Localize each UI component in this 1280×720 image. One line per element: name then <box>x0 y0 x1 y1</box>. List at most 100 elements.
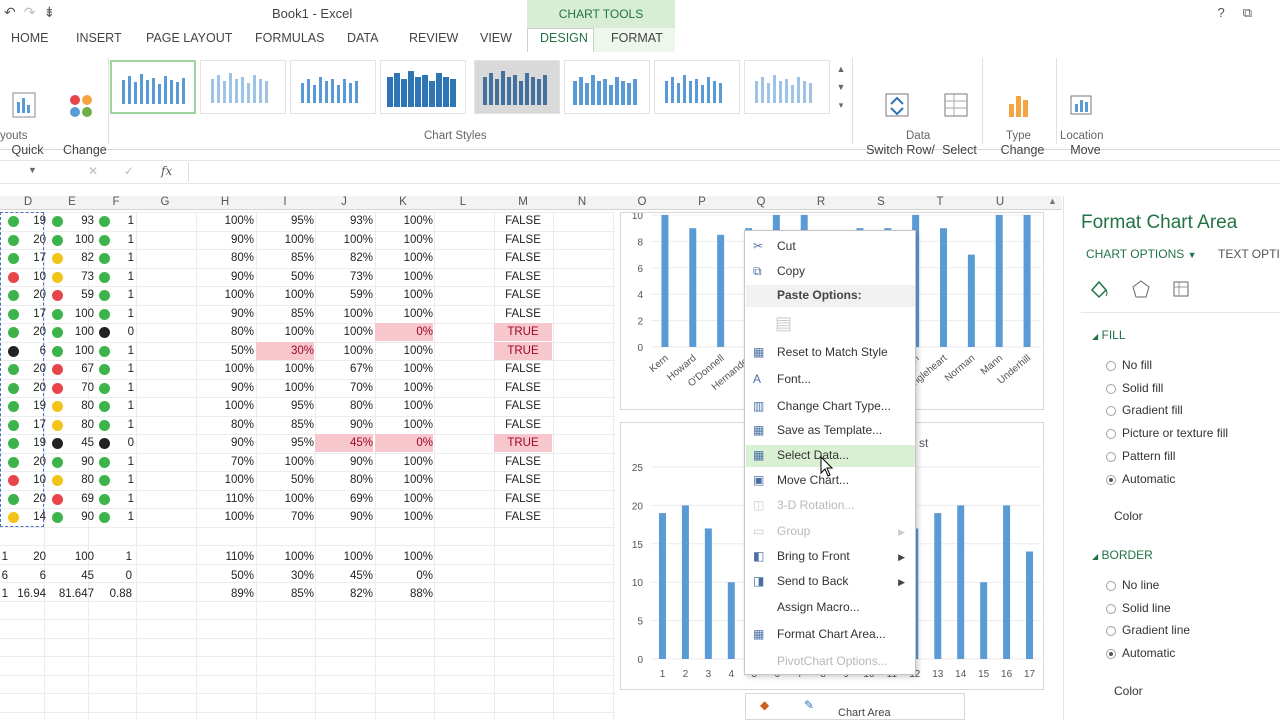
col-header-t[interactable]: T <box>932 196 948 208</box>
cell-f[interactable]: 1 <box>110 508 134 526</box>
col-header-n[interactable]: N <box>574 196 590 208</box>
cell-f[interactable]: 1 <box>110 416 134 434</box>
fill-radio[interactable] <box>1106 474 1116 485</box>
cell-e[interactable]: 82 <box>64 249 94 267</box>
cell-j[interactable]: 100% <box>315 323 373 341</box>
col-header-l[interactable]: L <box>455 196 471 208</box>
cell-h[interactable]: 90% <box>196 268 254 286</box>
cell-e[interactable]: 100 <box>64 342 94 360</box>
cell-m[interactable]: FALSE <box>494 490 552 508</box>
cell-f[interactable]: 1 <box>110 490 134 508</box>
cell-j[interactable]: 90% <box>315 416 373 434</box>
size-properties-icon[interactable] <box>1170 278 1192 300</box>
cell-h[interactable]: 100% <box>196 508 254 526</box>
cell-e[interactable]: 70 <box>64 379 94 397</box>
tab-page-layout[interactable]: PAGE LAYOUT <box>146 31 232 45</box>
collapse-icon[interactable]: ◢ <box>1092 552 1098 561</box>
col-header-s[interactable]: S <box>873 196 889 208</box>
col-header-r[interactable]: R <box>813 196 829 208</box>
customize-icon[interactable]: ⇟ <box>43 4 63 20</box>
chart-style-2[interactable] <box>200 60 286 114</box>
cell-j[interactable]: 90% <box>315 508 373 526</box>
effects-icon[interactable] <box>1130 278 1152 300</box>
cell-m[interactable]: FALSE <box>494 249 552 267</box>
chart-style-4[interactable] <box>380 60 466 114</box>
cell-m[interactable]: FALSE <box>494 305 552 323</box>
chart-title[interactable]: st <box>919 436 929 450</box>
cell-e[interactable]: 59 <box>64 286 94 304</box>
cell-m[interactable]: FALSE <box>494 286 552 304</box>
cell-k[interactable]: 100% <box>375 268 433 286</box>
fill-line-icon[interactable] <box>1088 278 1110 300</box>
scroll-down-icon[interactable]: ▼ <box>834 78 848 96</box>
cell-h[interactable]: 90% <box>196 434 254 452</box>
cell-i[interactable]: 85% <box>256 249 314 267</box>
cell-k[interactable]: 0% <box>375 323 433 341</box>
col-header-j[interactable]: J <box>336 196 352 208</box>
cell-f[interactable]: 0 <box>110 323 134 341</box>
cell-f[interactable]: 1 <box>110 212 134 230</box>
undo-icon[interactable]: ↶ <box>4 4 24 20</box>
format-chart-area-pane[interactable]: Format Chart Area CHART OPTIONS ▼ TEXT O… <box>1063 196 1280 720</box>
dropdown-icon[interactable]: ▼ <box>1188 250 1197 260</box>
cell-j[interactable]: 45% <box>315 567 373 585</box>
cell-k[interactable]: 0% <box>375 567 433 585</box>
context-menu[interactable]: ✂ Cut ⧉ Copy Paste Options: ▤ ▦ Reset to Match … <box>744 230 916 675</box>
name-box-dropdown-icon[interactable]: ▼ <box>28 165 37 175</box>
cell-e[interactable]: 100 <box>50 548 94 566</box>
cell-m[interactable]: FALSE <box>494 508 552 526</box>
cell-m[interactable]: TRUE <box>494 341 552 360</box>
cell-i[interactable]: 100% <box>256 379 314 397</box>
insert-function-button[interactable]: fx <box>161 164 172 178</box>
cell-f[interactable]: 1 <box>110 397 134 415</box>
cell-h[interactable]: 100% <box>196 471 254 489</box>
fill-radio[interactable] <box>1106 429 1116 440</box>
cell-e[interactable]: 80 <box>64 397 94 415</box>
cell-f[interactable]: 1 <box>110 231 134 249</box>
cell-e[interactable]: 90 <box>64 453 94 471</box>
tab-home[interactable]: HOME <box>11 31 49 45</box>
fill-section-header[interactable]: ◢ FILL <box>1092 328 1126 342</box>
cell-j[interactable]: 100% <box>315 548 373 566</box>
formula-input[interactable] <box>188 163 1280 181</box>
cell-k[interactable]: 100% <box>375 360 433 378</box>
cell-h[interactable]: 110% <box>196 490 254 508</box>
cell-j[interactable]: 73% <box>315 268 373 286</box>
cell-j[interactable]: 59% <box>315 286 373 304</box>
cell-k[interactable]: 100% <box>375 416 433 434</box>
fill-radio[interactable] <box>1106 361 1116 371</box>
cell-m[interactable]: TRUE <box>494 434 552 452</box>
cell-e[interactable]: 45 <box>64 434 94 452</box>
cell-f[interactable]: 1 <box>110 379 134 397</box>
col-header-g[interactable]: G <box>157 196 173 208</box>
cell-j[interactable]: 69% <box>315 490 373 508</box>
tab-text-options[interactable]: TEXT OPTIO <box>1218 247 1280 261</box>
cell-k[interactable]: 100% <box>375 508 433 526</box>
tab-format[interactable]: FORMAT <box>611 31 663 45</box>
cell-c[interactable]: 6 <box>0 567 8 585</box>
cell-i[interactable]: 30% <box>256 341 314 360</box>
cell-i[interactable]: 100% <box>256 360 314 378</box>
cell-k[interactable]: 100% <box>375 453 433 471</box>
redo-icon[interactable]: ↷ <box>24 4 44 20</box>
cell-j[interactable]: 100% <box>315 342 373 360</box>
cell-j[interactable]: 82% <box>315 249 373 267</box>
cell-e[interactable]: 45 <box>50 567 94 585</box>
cell-i[interactable]: 30% <box>256 567 314 585</box>
cell-f[interactable]: 1 <box>110 268 134 286</box>
cell-k[interactable]: 100% <box>375 212 433 230</box>
cell-h[interactable]: 100% <box>196 360 254 378</box>
cell-m[interactable]: FALSE <box>494 231 552 249</box>
cell-j[interactable]: 82% <box>315 585 373 603</box>
tab-insert[interactable]: INSERT <box>76 31 122 45</box>
cell-f[interactable]: 1 <box>110 471 134 489</box>
fill-option-label[interactable]: Picture or texture fill <box>1122 426 1228 440</box>
cell-k[interactable]: 100% <box>375 286 433 304</box>
fill-option-label[interactable]: Solid fill <box>1122 381 1163 395</box>
border-radio[interactable] <box>1106 603 1116 614</box>
cell-m[interactable]: FALSE <box>494 416 552 434</box>
cell-d[interactable]: 20 <box>14 548 46 566</box>
chart-style-7[interactable] <box>654 60 740 114</box>
cell-m[interactable]: FALSE <box>494 397 552 415</box>
menu-item-assign-macro[interactable]: Assign Macro... <box>745 600 915 620</box>
